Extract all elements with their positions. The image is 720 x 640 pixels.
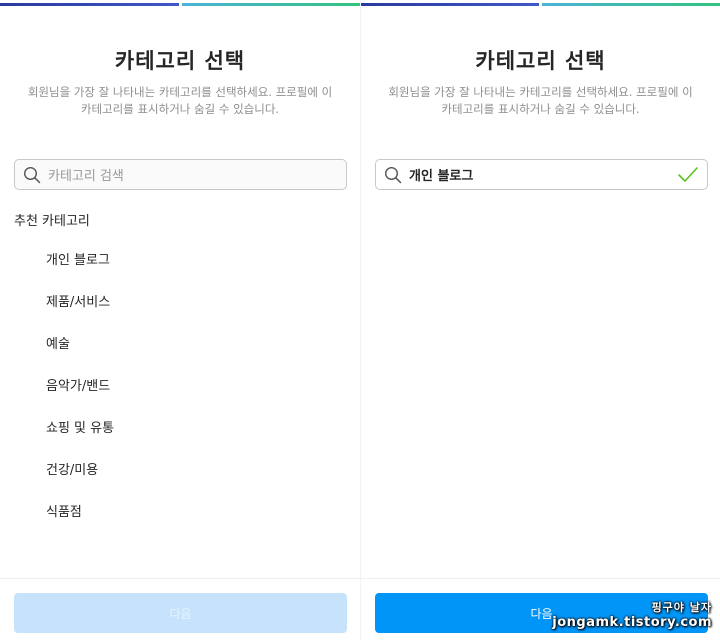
subtitle-line: 회원님을 가장 잘 나타내는 카테고리를 선택하세요. 프로필에 이 — [388, 85, 693, 99]
category-item-personal-blog[interactable]: 개인 블로그 — [46, 250, 114, 292]
recommended-categories-heading: 추천 카테고리 — [14, 214, 90, 229]
category-select-screen-before: 카테고리 선택 회원님을 가장 잘 나타내는 카테고리를 선택하세요. 프로필에… — [0, 0, 360, 640]
progress-bar — [361, 3, 720, 6]
page-subtitle: 회원님을 가장 잘 나타내는 카테고리를 선택하세요. 프로필에 이 카테고리를… — [383, 84, 698, 118]
progress-segment — [0, 3, 179, 6]
search-value[interactable]: 개인 블로그 — [409, 165, 677, 184]
next-button[interactable]: 다음 — [375, 593, 708, 633]
subtitle-line: 카테고리를 표시하거나 숨길 수 있습니다. — [80, 102, 280, 116]
page-subtitle: 회원님을 가장 잘 나타내는 카테고리를 선택하세요. 프로필에 이 카테고리를… — [22, 84, 338, 118]
next-button[interactable]: 다음 — [14, 593, 347, 633]
progress-segment — [542, 3, 720, 6]
page-title: 카테고리 선택 — [475, 49, 606, 73]
progress-bar — [0, 3, 360, 6]
bottom-bar: 다음 — [0, 578, 360, 640]
category-item-art[interactable]: 예술 — [46, 334, 114, 376]
category-item-health-beauty[interactable]: 건강/미용 — [46, 460, 114, 502]
search-placeholder[interactable]: 카테고리 검색 — [48, 165, 346, 184]
subtitle-line: 카테고리를 표시하거나 숨길 수 있습니다. — [441, 102, 640, 116]
category-select-screen-after: 카테고리 선택 회원님을 가장 잘 나타내는 카테고리를 선택하세요. 프로필에… — [361, 0, 720, 640]
category-item-musician-band[interactable]: 음악가/밴드 — [46, 376, 114, 418]
category-list: 개인 블로그 제품/서비스 예술 음악가/밴드 쇼핑 및 유통 건강/미용 식품… — [46, 250, 114, 544]
category-item-grocery[interactable]: 식품점 — [46, 502, 114, 544]
category-search-input[interactable]: 개인 블로그 — [375, 159, 708, 190]
search-icon — [384, 166, 402, 183]
bottom-bar: 다음 — [361, 578, 720, 640]
category-search-input[interactable]: 카테고리 검색 — [14, 159, 347, 190]
page-title: 카테고리 선택 — [114, 49, 246, 73]
progress-segment — [181, 3, 360, 6]
category-item-product-service[interactable]: 제품/서비스 — [46, 292, 114, 334]
progress-segment — [361, 3, 539, 6]
search-icon — [23, 166, 41, 183]
subtitle-line: 회원님을 가장 잘 나타내는 카테고리를 선택하세요. 프로필에 이 — [27, 85, 333, 99]
check-icon — [678, 166, 698, 182]
category-item-shopping-retail[interactable]: 쇼핑 및 유통 — [46, 418, 114, 460]
